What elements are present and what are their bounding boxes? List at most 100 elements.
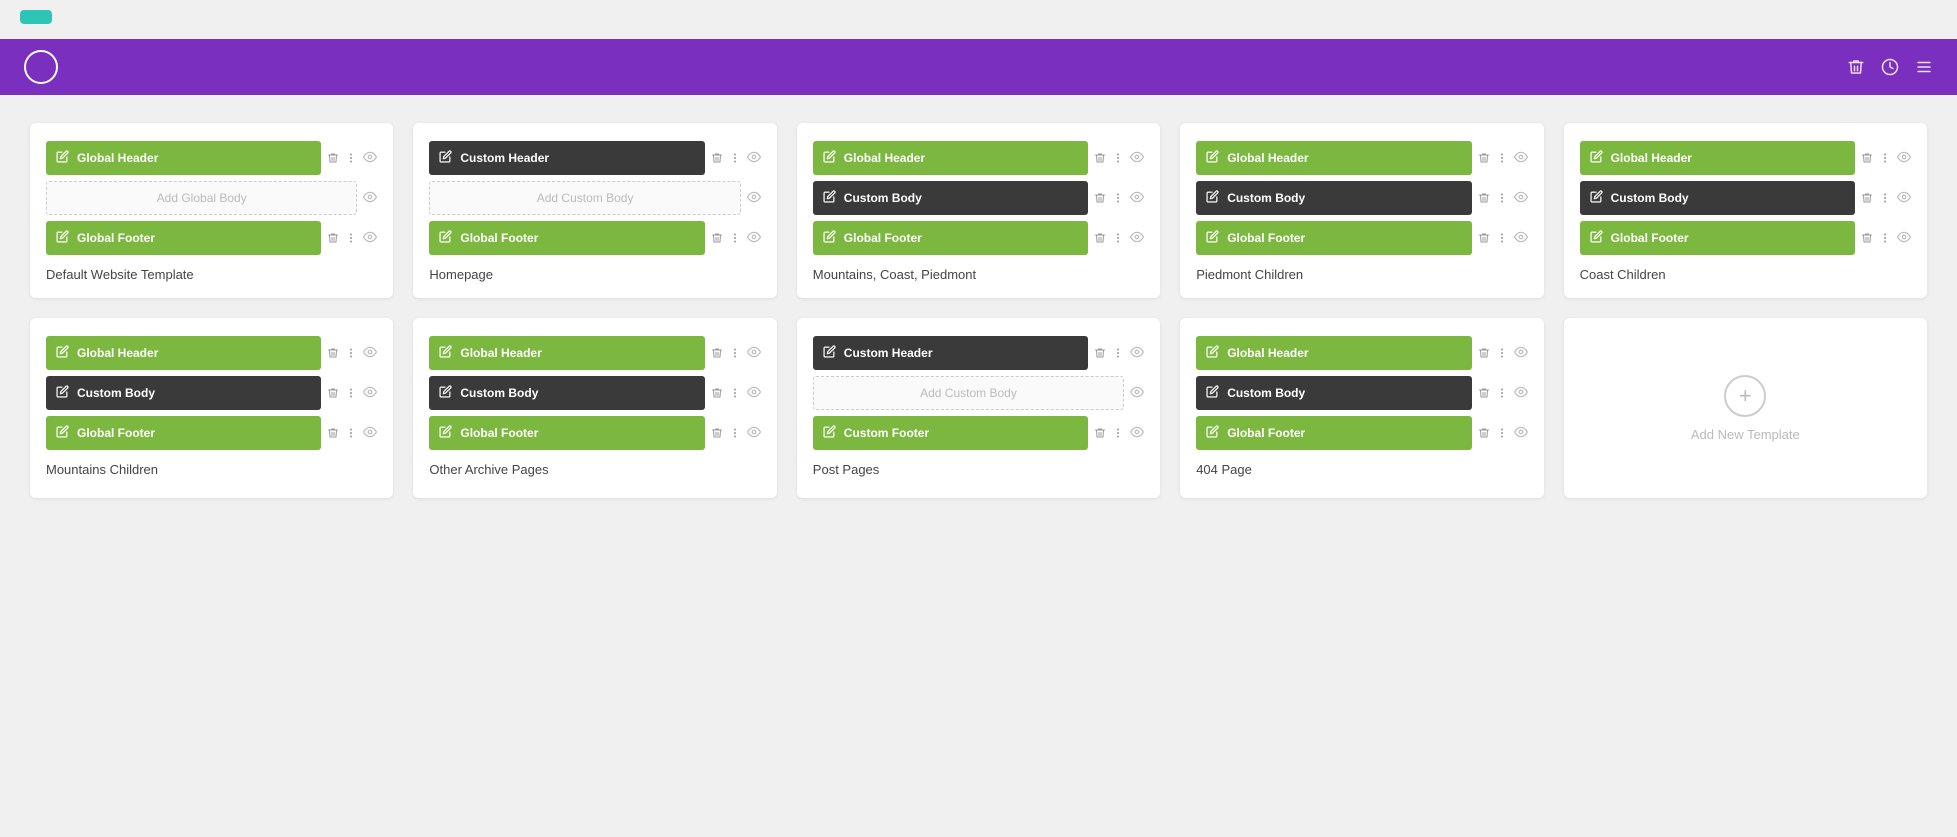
delete-icon[interactable] [327, 152, 339, 164]
eye-icon[interactable] [747, 230, 761, 247]
eye-icon[interactable] [747, 385, 761, 402]
delete-icon[interactable] [711, 427, 723, 439]
more-icon[interactable] [1496, 347, 1508, 359]
eye-icon[interactable] [1130, 230, 1144, 247]
more-icon[interactable] [1112, 192, 1124, 204]
more-icon[interactable] [1879, 232, 1891, 244]
more-icon[interactable] [345, 232, 357, 244]
delete-icon[interactable] [711, 387, 723, 399]
add-section-btn[interactable]: Add Custom Body [429, 181, 740, 215]
delete-icon[interactable] [1478, 347, 1490, 359]
eye-icon[interactable] [363, 230, 377, 247]
eye-icon[interactable] [363, 345, 377, 362]
delete-icon[interactable] [711, 232, 723, 244]
eye-icon[interactable] [1897, 190, 1911, 207]
more-icon[interactable] [729, 232, 741, 244]
delete-icon[interactable] [1478, 427, 1490, 439]
section-btn[interactable]: Global Header [1196, 336, 1471, 370]
more-icon[interactable] [1496, 387, 1508, 399]
eye-icon[interactable] [747, 150, 761, 167]
more-icon[interactable] [1112, 152, 1124, 164]
eye-icon[interactable] [1130, 385, 1144, 402]
delete-icon[interactable] [1478, 192, 1490, 204]
section-btn[interactable]: Global Header [46, 141, 321, 175]
section-btn[interactable]: Global Footer [46, 416, 321, 450]
delete-icon[interactable] [1094, 427, 1106, 439]
eye-icon[interactable] [363, 190, 377, 207]
delete-icon[interactable] [1094, 347, 1106, 359]
section-btn[interactable]: Global Footer [1196, 416, 1471, 450]
eye-icon[interactable] [363, 385, 377, 402]
section-btn[interactable]: Global Footer [1580, 221, 1855, 255]
delete-icon[interactable] [1861, 152, 1873, 164]
delete-icon[interactable] [1478, 152, 1490, 164]
more-icon[interactable] [1112, 232, 1124, 244]
more-icon[interactable] [1496, 152, 1508, 164]
more-icon[interactable] [345, 427, 357, 439]
more-icon[interactable] [1112, 427, 1124, 439]
section-btn[interactable]: Global Header [1580, 141, 1855, 175]
delete-icon[interactable] [1847, 58, 1865, 76]
more-icon[interactable] [729, 427, 741, 439]
more-icon[interactable] [729, 347, 741, 359]
section-btn[interactable]: Global Header [1196, 141, 1471, 175]
add-section-btn[interactable]: Add Global Body [46, 181, 357, 215]
section-btn[interactable]: Global Footer [429, 416, 704, 450]
section-btn[interactable]: Global Footer [1196, 221, 1471, 255]
eye-icon[interactable] [1514, 425, 1528, 442]
section-btn[interactable]: Custom Body [1196, 376, 1471, 410]
more-icon[interactable] [345, 152, 357, 164]
eye-icon[interactable] [1130, 425, 1144, 442]
delete-icon[interactable] [1861, 232, 1873, 244]
eye-icon[interactable] [747, 425, 761, 442]
eye-icon[interactable] [1514, 230, 1528, 247]
section-btn[interactable]: Custom Header [429, 141, 704, 175]
eye-icon[interactable] [1130, 150, 1144, 167]
section-btn[interactable]: Global Header [429, 336, 704, 370]
more-icon[interactable] [1879, 192, 1891, 204]
section-btn[interactable]: Custom Body [813, 181, 1088, 215]
eye-icon[interactable] [1514, 190, 1528, 207]
more-icon[interactable] [1496, 427, 1508, 439]
section-btn[interactable]: Custom Header [813, 336, 1088, 370]
eye-icon[interactable] [1897, 150, 1911, 167]
section-btn[interactable]: Custom Body [1580, 181, 1855, 215]
more-icon[interactable] [1879, 152, 1891, 164]
delete-icon[interactable] [327, 232, 339, 244]
section-btn[interactable]: Custom Body [1196, 181, 1471, 215]
section-btn[interactable]: Custom Body [46, 376, 321, 410]
delete-icon[interactable] [711, 347, 723, 359]
delete-icon[interactable] [327, 387, 339, 399]
more-icon[interactable] [345, 387, 357, 399]
add-template-card[interactable]: + Add New Template [1564, 318, 1927, 498]
delete-icon[interactable] [327, 347, 339, 359]
eye-icon[interactable] [747, 345, 761, 362]
delete-icon[interactable] [1094, 192, 1106, 204]
eye-icon[interactable] [1130, 345, 1144, 362]
history-icon[interactable] [1881, 58, 1899, 76]
more-icon[interactable] [1496, 232, 1508, 244]
eye-icon[interactable] [363, 425, 377, 442]
delete-icon[interactable] [1094, 152, 1106, 164]
delete-icon[interactable] [1861, 192, 1873, 204]
more-icon[interactable] [1496, 192, 1508, 204]
more-icon[interactable] [729, 152, 741, 164]
more-icon[interactable] [345, 347, 357, 359]
delete-icon[interactable] [327, 427, 339, 439]
eye-icon[interactable] [1514, 345, 1528, 362]
eye-icon[interactable] [1130, 190, 1144, 207]
settings-icon[interactable] [1915, 58, 1933, 76]
more-icon[interactable] [729, 387, 741, 399]
section-btn[interactable]: Global Header [46, 336, 321, 370]
delete-icon[interactable] [711, 152, 723, 164]
add-section-btn[interactable]: Add Custom Body [813, 376, 1124, 410]
section-btn[interactable]: Global Header [813, 141, 1088, 175]
section-btn[interactable]: Custom Body [429, 376, 704, 410]
delete-icon[interactable] [1478, 387, 1490, 399]
section-btn[interactable]: Global Footer [46, 221, 321, 255]
more-icon[interactable] [1112, 347, 1124, 359]
delete-icon[interactable] [1478, 232, 1490, 244]
section-btn[interactable]: Global Footer [813, 221, 1088, 255]
eye-icon[interactable] [363, 150, 377, 167]
eye-icon[interactable] [1514, 385, 1528, 402]
